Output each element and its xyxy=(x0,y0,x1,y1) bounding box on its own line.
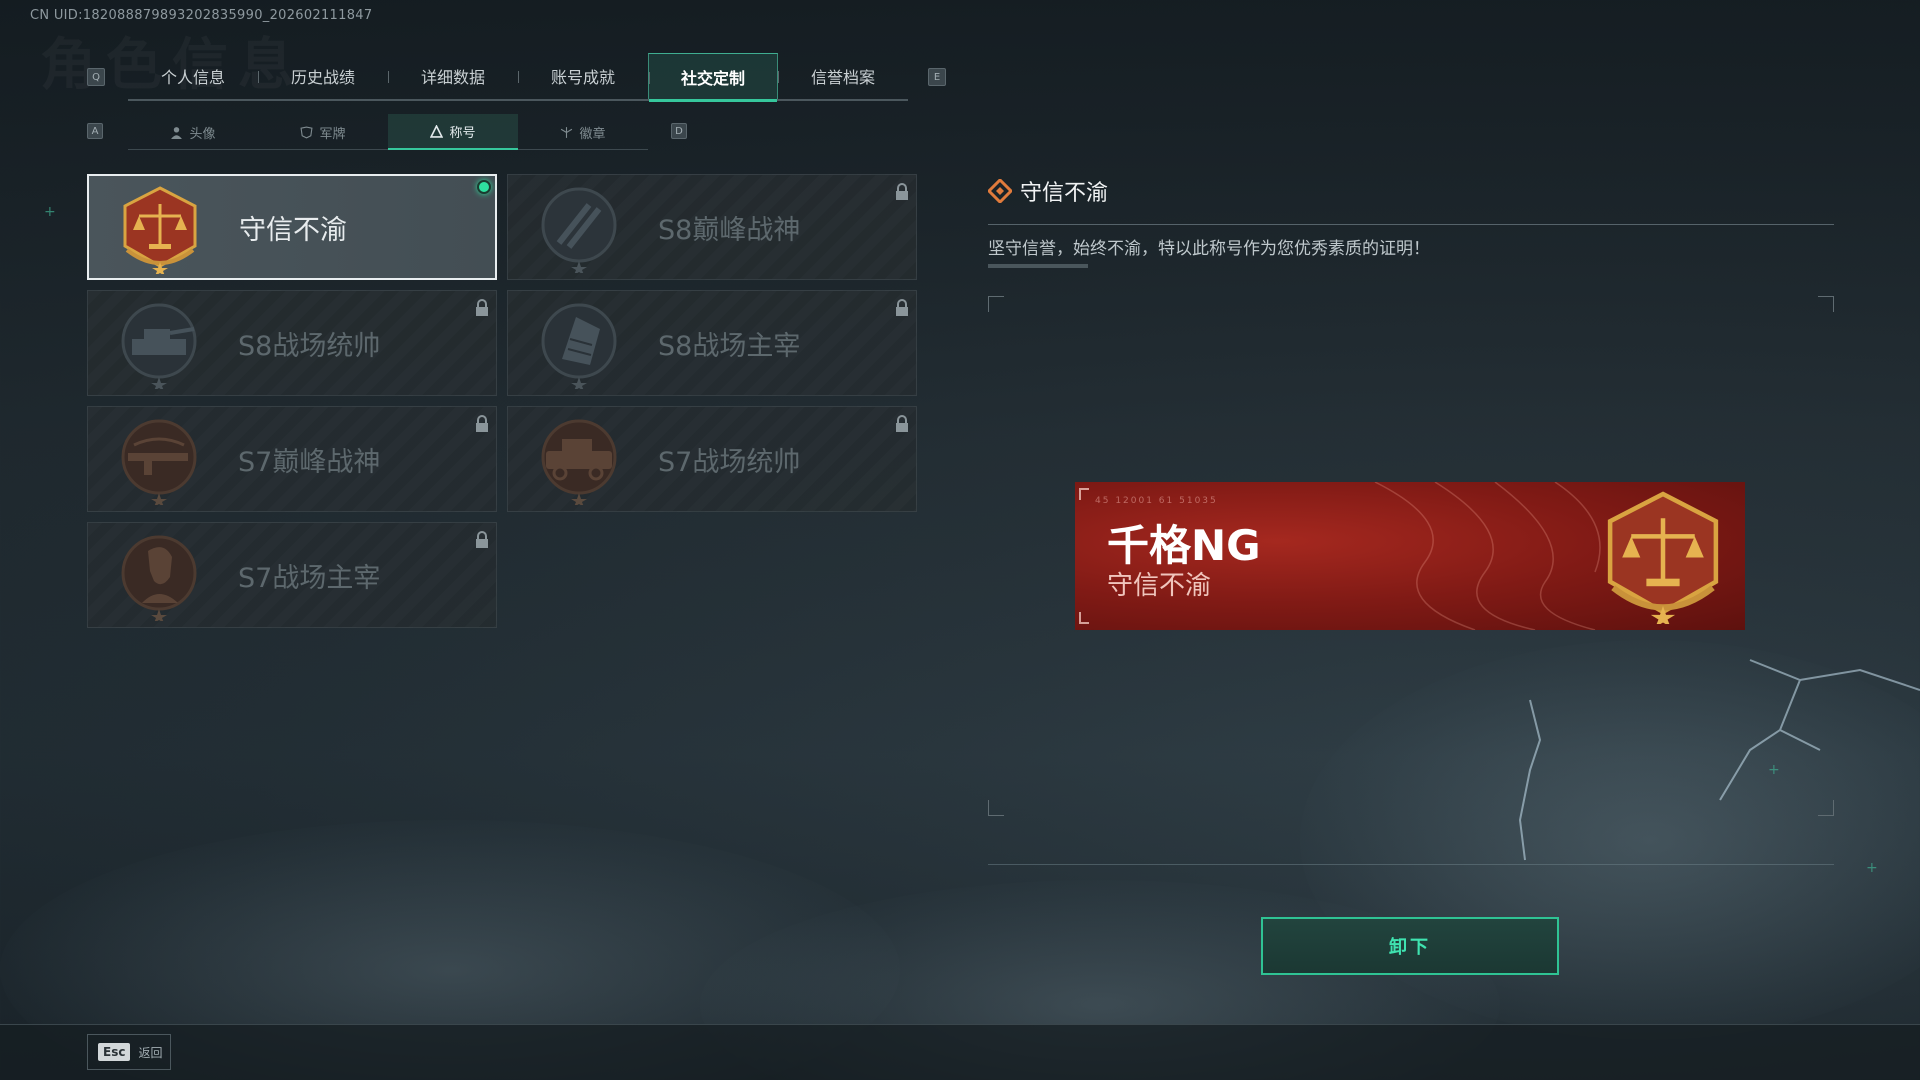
subtab-label: 称号 xyxy=(449,125,476,141)
tab-reputation[interactable]: 信誉档案 xyxy=(778,53,908,99)
equipped-indicator xyxy=(477,180,491,194)
divider xyxy=(988,224,1834,225)
soldier-emblem xyxy=(121,535,197,621)
bracket-decoration xyxy=(1079,488,1089,500)
title-card[interactable]: S8战场统帅 xyxy=(87,290,497,396)
frame-corner xyxy=(988,296,1004,312)
title-card-name: S8战场统帅 xyxy=(238,330,381,362)
footer-bar xyxy=(0,1024,1920,1080)
triangle-icon xyxy=(430,124,444,138)
tab-personal-info[interactable]: 个人信息 xyxy=(128,53,258,99)
title-card-name: 守信不渝 xyxy=(239,214,347,246)
tab-detailed-data[interactable]: 详细数据 xyxy=(388,53,518,99)
diamond-icon xyxy=(988,179,1012,203)
uid-label: CN UID:182088879893202835990_20260211184… xyxy=(30,8,373,23)
player-name: 千格NG xyxy=(1107,521,1261,570)
lock-icon xyxy=(896,299,908,316)
person-icon xyxy=(171,126,183,139)
back-label: 返回 xyxy=(138,1045,163,1060)
lock-icon xyxy=(896,183,908,200)
tab-next-key[interactable]: E xyxy=(928,68,946,86)
title-card[interactable]: S8巅峰战神 xyxy=(507,174,917,280)
subtab-badge[interactable]: 徽章 xyxy=(518,114,648,150)
tank-emblem xyxy=(121,303,197,389)
tab-achievements[interactable]: 账号成就 xyxy=(518,53,648,99)
lock-icon xyxy=(896,415,908,432)
subtab-label: 徽章 xyxy=(579,126,606,142)
stripes-emblem xyxy=(541,187,617,273)
scales-emblem xyxy=(123,186,197,274)
title-card-name: S7巅峰战神 xyxy=(238,446,381,478)
subtab-prev-key[interactable]: A xyxy=(87,123,103,139)
subtab-label: 头像 xyxy=(189,126,216,142)
bracket-decoration xyxy=(1079,612,1089,624)
unequip-button[interactable]: 卸下 xyxy=(1261,917,1559,975)
detail-title-text: 守信不渝 xyxy=(1020,181,1109,206)
subtab-title[interactable]: 称号 xyxy=(388,114,518,150)
tab-social-custom[interactable]: 社交定制 xyxy=(648,53,778,102)
main-tabbar: 个人信息 历史战绩 详细数据 账号成就 社交定制 信誉档案 xyxy=(128,53,908,102)
decorative-bar xyxy=(988,264,1088,268)
scales-emblem xyxy=(1607,491,1719,624)
tab-history[interactable]: 历史战绩 xyxy=(258,53,388,99)
title-card[interactable]: S8战场主宰 xyxy=(507,290,917,396)
lock-icon xyxy=(476,415,488,432)
lightning-decoration xyxy=(1518,659,1920,861)
title-card[interactable]: S7战场主宰 xyxy=(87,522,497,628)
sub-tabbar: 头像 军牌 称号 徽章 xyxy=(128,114,648,150)
building-emblem xyxy=(541,303,617,389)
crosshair-decoration: + xyxy=(44,204,56,220)
detail-description: 坚守信誉，始终不渝，特以此称号作为您优秀素质的证明！ xyxy=(988,239,1430,259)
title-card-name: S8战场主宰 xyxy=(658,330,801,362)
player-title: 守信不渝 xyxy=(1107,571,1212,601)
lock-icon xyxy=(476,299,488,316)
badge-icon xyxy=(561,126,573,138)
subtab-dogtag[interactable]: 军牌 xyxy=(258,114,388,150)
back-button[interactable]: Esc 返回 xyxy=(87,1034,171,1070)
tab-prev-key[interactable]: Q xyxy=(87,68,105,86)
lock-icon xyxy=(476,531,488,548)
divider xyxy=(988,864,1834,865)
title-card[interactable]: 守信不渝 xyxy=(87,174,497,280)
title-card-name: S7战场主宰 xyxy=(238,562,381,594)
frame-corner xyxy=(988,800,1004,816)
nameplate-preview: 45 12001 61 51035 千格NG 守信不渝 xyxy=(1075,482,1745,630)
frame-corner xyxy=(1818,296,1834,312)
vehicle-emblem xyxy=(541,419,617,505)
title-card-name: S8巅峰战神 xyxy=(658,214,801,246)
crosshair-decoration: + xyxy=(1866,860,1878,876)
crosshair-decoration: + xyxy=(1768,762,1780,778)
esc-key: Esc xyxy=(98,1043,131,1061)
nameplate-code: 45 12001 61 51035 xyxy=(1095,496,1218,506)
rifle-emblem xyxy=(121,419,197,505)
detail-title: 守信不渝 xyxy=(988,175,1108,207)
subtab-label: 军牌 xyxy=(319,126,346,142)
dogtag-icon xyxy=(300,126,314,139)
title-card[interactable]: S7巅峰战神 xyxy=(87,406,497,512)
title-card-name: S7战场统帅 xyxy=(658,446,801,478)
subtab-next-key[interactable]: D xyxy=(671,123,687,139)
frame-corner xyxy=(1818,800,1834,816)
subtab-avatar[interactable]: 头像 xyxy=(128,114,258,150)
title-card[interactable]: S7战场统帅 xyxy=(507,406,917,512)
